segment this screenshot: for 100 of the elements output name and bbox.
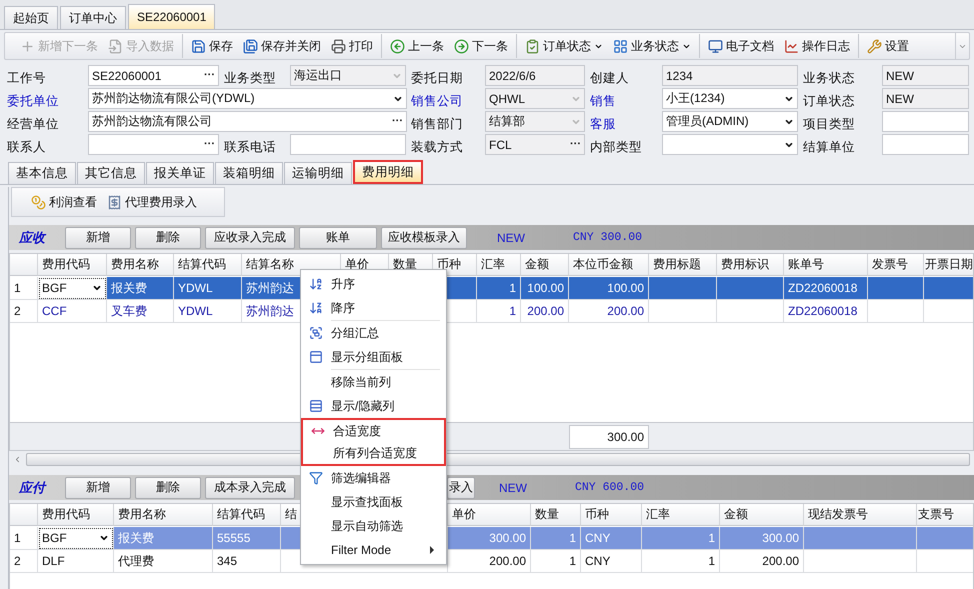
toolbar-button[interactable]: 下一条 (449, 34, 513, 58)
ellipsis-button[interactable]: ··· (392, 116, 403, 127)
column-header[interactable]: 汇率 (477, 254, 521, 276)
input-field[interactable]: 小王(1234) (662, 88, 798, 109)
column-header[interactable]: 费用标题 (649, 254, 717, 276)
column-header[interactable]: 账单号 (784, 254, 868, 276)
section-tab[interactable]: 其它信息 (77, 162, 145, 184)
input-field[interactable]: 2022/6/6 (485, 65, 585, 86)
column-header[interactable]: 结算代码 (174, 254, 242, 276)
input-field[interactable]: FCL ··· (485, 134, 585, 155)
section-tab[interactable]: 装箱明细 (215, 162, 283, 184)
input-field[interactable]: 苏州韵达物流有限公司 ··· (88, 111, 407, 132)
input-field[interactable]: 1234 (662, 65, 798, 86)
input-field[interactable]: 结算部 (485, 111, 585, 132)
toolbar-button[interactable]: 上一条 (381, 34, 449, 58)
section-tab[interactable]: 费用明细 (353, 160, 423, 184)
field-link[interactable]: 销售公司 (411, 90, 485, 110)
column-header[interactable]: 汇率 (642, 504, 720, 526)
column-header[interactable]: 金额 (720, 504, 804, 526)
ellipsis-button[interactable]: ··· (570, 139, 581, 150)
column-header[interactable]: 费用名称 (107, 254, 174, 276)
input-field[interactable]: 管理员(ADMIN) (662, 111, 798, 132)
action-button[interactable]: 应收模板录入 (381, 226, 467, 248)
action-button[interactable]: 应收录入完成 (205, 226, 295, 248)
input-field[interactable]: 海运出口 (290, 65, 406, 86)
column-header[interactable]: 单价 (448, 504, 531, 526)
toolbar-button[interactable]: 设置 (858, 34, 914, 58)
field-label: 销售部门 (411, 116, 464, 132)
column-header[interactable]: 费用名称 (114, 504, 213, 526)
section-tab[interactable]: 基本信息 (8, 162, 76, 184)
menu-item[interactable]: 显示自动筛选 (301, 514, 446, 538)
ellipsis-button[interactable]: ··· (204, 139, 215, 150)
column-header[interactable]: 数量 (531, 504, 581, 526)
column-header[interactable]: 币种 (581, 504, 642, 526)
sort-descending-icon (309, 301, 323, 315)
menu-item[interactable]: 所有列合适宽度 (301, 442, 446, 466)
document-tab[interactable]: 起始页 (4, 6, 58, 29)
scroll-left-icon[interactable] (13, 454, 22, 464)
field-link[interactable]: 委托单位 (7, 90, 88, 110)
menu-item[interactable]: 移除当前列 (301, 370, 446, 394)
column-header[interactable]: 发票号 (868, 254, 924, 276)
toolbar-button[interactable]: 保存 (182, 34, 238, 58)
toolbar-button[interactable]: 保存并关闭 (238, 34, 326, 58)
toolbar-button[interactable]: 打印 (326, 34, 378, 58)
dropdown-caret-icon (99, 533, 109, 543)
cell-editor[interactable]: BGF (38, 277, 107, 300)
table-cell: 1 (642, 550, 720, 573)
column-header[interactable]: 费用标识 (717, 254, 784, 276)
menu-item[interactable]: 合适宽度 (301, 418, 446, 442)
field-link[interactable]: 客服 (590, 112, 662, 132)
document-tab[interactable]: SE22060001 (128, 4, 216, 29)
action-button[interactable]: 账单 (299, 226, 377, 248)
action-button[interactable]: 删除 (135, 226, 201, 248)
menu-item[interactable]: Filter Mode (301, 538, 446, 562)
section-title: 应付 (19, 478, 48, 496)
clipboard-check-icon (525, 38, 540, 54)
action-button[interactable]: 删除 (135, 476, 201, 498)
menu-item[interactable]: 显示查找面板 (301, 490, 446, 514)
cell-editor[interactable]: BGF (38, 527, 114, 550)
input-field[interactable]: NEW (882, 65, 969, 86)
input-field[interactable]: NEW (882, 88, 969, 109)
field-label: 创建人 (590, 70, 630, 86)
table-cell: 报关费 (114, 527, 213, 550)
field-link[interactable]: 销售 (590, 90, 662, 110)
action-button[interactable]: 成本录入完成 (205, 476, 295, 498)
input-field[interactable] (882, 111, 969, 132)
sort-ascending-icon (309, 277, 323, 291)
toolbar-button[interactable]: 利润查看 (26, 190, 102, 214)
column-header[interactable]: 币种 (433, 254, 477, 276)
toolbar-button[interactable]: 电子文档 (699, 34, 779, 58)
action-button[interactable]: 新增 (65, 476, 131, 498)
input-field[interactable]: ··· (88, 134, 219, 155)
column-header[interactable]: 结算代码 (213, 504, 281, 526)
input-field[interactable] (882, 134, 969, 155)
column-header[interactable]: 金额 (521, 254, 569, 276)
menu-item[interactable]: 分组汇总 (301, 321, 446, 345)
column-header[interactable]: 本位币金额 (569, 254, 649, 276)
column-header[interactable]: 现结发票号 (804, 504, 917, 526)
toolbar-button[interactable]: 代理费用录入 (102, 190, 202, 214)
input-field[interactable]: 苏州韵达物流有限公司(YDWL) (88, 88, 407, 109)
section-tab[interactable]: 运输明细 (284, 162, 352, 184)
monitor-icon (708, 38, 723, 54)
menu-item[interactable]: 筛选编辑器 (301, 466, 446, 490)
column-header[interactable]: 费用代码 (38, 254, 107, 276)
section-tab[interactable]: 报关单证 (146, 162, 214, 184)
input-field[interactable]: QHWL (485, 88, 585, 109)
menu-item[interactable]: 显示分组面板 (301, 345, 446, 369)
menu-item[interactable]: 显示/隐藏列 (301, 394, 446, 418)
save-icon (191, 38, 206, 54)
column-header[interactable]: 费用代码 (38, 504, 114, 526)
action-button[interactable]: 新增 (65, 226, 131, 248)
toolbar-button[interactable]: 操作日志 (779, 34, 855, 58)
input-field[interactable]: SE22060001 ··· (88, 65, 219, 86)
document-tab[interactable]: 订单中心 (60, 6, 126, 29)
action-button[interactable]: 录入 (447, 476, 475, 498)
input-field[interactable] (662, 134, 798, 155)
ellipsis-button[interactable]: ··· (204, 70, 215, 81)
input-field[interactable] (290, 134, 406, 155)
toolbar-button[interactable]: 业务状态 (608, 34, 696, 58)
toolbar-button[interactable]: 订单状态 (516, 34, 608, 58)
